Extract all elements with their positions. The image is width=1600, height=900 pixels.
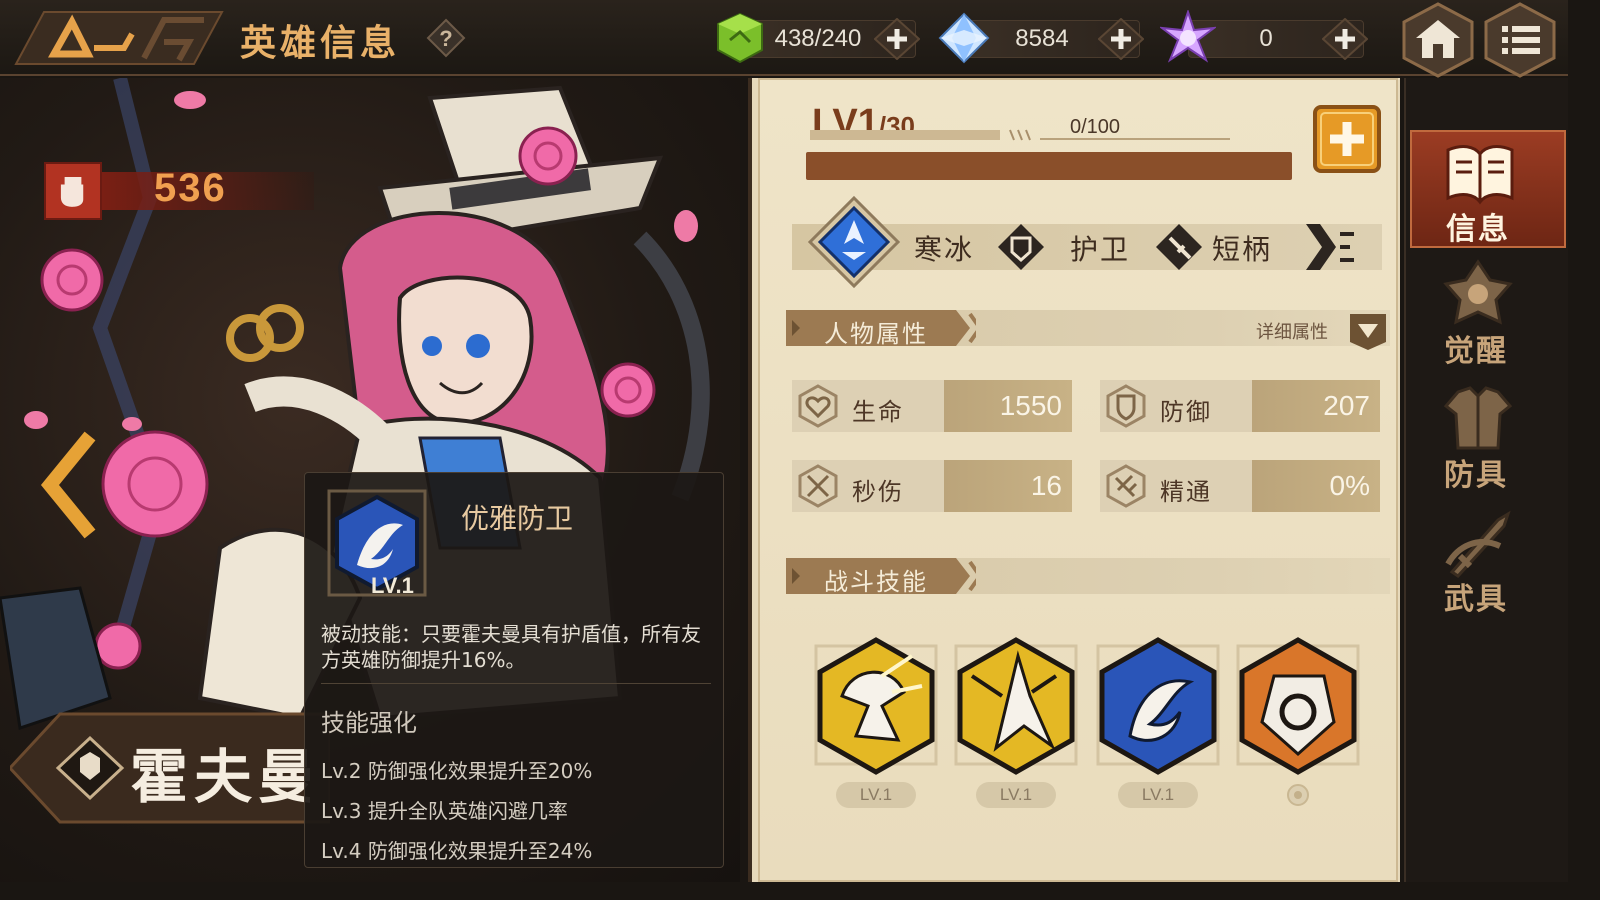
tab-label: 信息: [1446, 212, 1510, 247]
fist-icon: [44, 162, 102, 220]
yellow-strike-skill-icon[interactable]: [952, 636, 1080, 776]
level-up-button[interactable]: [1312, 104, 1382, 174]
mastery-icon: [1106, 464, 1146, 508]
skills-title: 战斗技能: [824, 568, 928, 596]
panel-parchment: LV1/30 0/100 寒冰 护卫 短柄 人物属性 详细属性 生命 1550 …: [758, 78, 1398, 882]
purple-crystal-value: 0: [1259, 25, 1273, 52]
side-tabs: 信息 觉醒 防具 武具: [1404, 78, 1568, 882]
ice-element-icon: [807, 195, 901, 289]
skill-slot-4[interactable]: [1234, 636, 1362, 812]
skill-locked-indicator: [1287, 784, 1309, 806]
skill-level-badge: LV.1: [976, 782, 1056, 808]
exp-bar: [806, 152, 1292, 180]
tooltip-enhance-line: Lv.3 提升全队英雄闪避几率: [321, 799, 568, 823]
short-weapon-icon: [1156, 224, 1202, 270]
stat-value: 0%: [1329, 470, 1370, 501]
add-blue-crystal-button[interactable]: [1098, 18, 1144, 60]
armor-icon: [1443, 386, 1513, 450]
skill-level-badge: LV.1: [836, 782, 916, 808]
yellow-knight-skill-icon[interactable]: [812, 636, 940, 776]
skill-slot-2[interactable]: LV.1: [952, 636, 1080, 812]
detail-expand-toggle[interactable]: [1348, 312, 1388, 352]
tooltip-skill-level: LV.1: [371, 573, 414, 598]
page-title: 英雄信息: [240, 23, 401, 64]
stat-name: 精通: [1160, 478, 1212, 506]
tab-weapon[interactable]: 武具: [1410, 502, 1566, 620]
detail-attributes-label[interactable]: 详细属性: [1256, 318, 1328, 344]
stat-mastery: 精通 0%: [1100, 460, 1380, 512]
skill-level-badge: LV.1: [1118, 782, 1198, 808]
top-bar: 英雄信息 ? 438/240 8584 0: [0, 0, 1568, 78]
add-purple-crystal-button[interactable]: [1322, 18, 1368, 60]
tab-label: 觉醒: [1444, 334, 1508, 369]
previous-hero-arrow[interactable]: [40, 430, 96, 540]
weapon-icon: [1445, 510, 1511, 578]
tab-awaken[interactable]: 觉醒: [1410, 254, 1566, 372]
level-divider: [810, 129, 1230, 141]
skill-slot-3[interactable]: LV.1: [1094, 636, 1222, 812]
tooltip-enhance-title: 技能强化: [321, 709, 417, 737]
exp-text: 0/100: [1070, 116, 1121, 138]
tab-info[interactable]: 信息: [1410, 130, 1566, 248]
class-tag: 护卫: [1070, 233, 1131, 266]
weapon-tag: 短柄: [1212, 233, 1273, 266]
purple-crystal-resource: 0: [1160, 10, 1376, 63]
guardian-class-icon: [998, 224, 1044, 270]
tooltip-enhance-line: Lv.2 防御强化效果提升至20%: [321, 759, 593, 783]
skills-section-header: 战斗技能: [786, 558, 1390, 598]
menu-button[interactable]: [1482, 2, 1558, 78]
svg-text:?: ?: [439, 26, 452, 51]
blue-crystal-resource: 8584: [936, 12, 1152, 64]
hero-tags: 寒冰 护卫 短柄: [786, 192, 1386, 292]
skill-tooltip: LV.1 优雅防卫 被动技能：只要霍夫曼具有护盾值，所有友方英雄防御提升16%。…: [304, 472, 724, 868]
stat-value: 207: [1323, 390, 1370, 421]
power-value: 536: [154, 166, 227, 210]
combat-power: 536: [44, 162, 314, 220]
stat-value: 16: [1030, 470, 1062, 501]
element-tag: 寒冰: [914, 233, 975, 266]
stat-name: 秒伤: [852, 478, 904, 506]
heart-shield-icon: [798, 384, 838, 428]
tag-end-arrow-icon: [1306, 224, 1354, 270]
stat-name: 防御: [1160, 398, 1212, 426]
home-button[interactable]: [1400, 2, 1476, 78]
defense-shield-icon: [1106, 384, 1146, 428]
tooltip-skill-name: 优雅防卫: [461, 502, 574, 535]
tab-label: 防具: [1444, 458, 1508, 493]
book-icon: [1446, 145, 1514, 205]
attributes-title: 人物属性: [824, 320, 928, 348]
orange-shield-skill-icon[interactable]: [1234, 636, 1362, 776]
back-logo-icon[interactable]: [14, 8, 224, 68]
stat-hp: 生命 1550: [792, 380, 1072, 432]
blue-crystal-value: 8584: [1015, 25, 1069, 52]
stamina-resource: 438/240: [712, 12, 928, 64]
stamina-value: 438/240: [774, 25, 862, 52]
tooltip-enhance-line: Lv.4 防御强化效果提升至24%: [321, 839, 593, 863]
stat-name: 生命: [852, 398, 904, 426]
tooltip-divider: [321, 683, 711, 684]
hero-name: 霍夫曼: [130, 743, 310, 811]
stat-defense: 防御 207: [1100, 380, 1380, 432]
tooltip-skill-description: 被动技能：只要霍夫曼具有护盾值，所有友方英雄防御提升16%。: [321, 622, 701, 672]
tab-label: 武具: [1444, 582, 1508, 617]
help-icon[interactable]: ?: [426, 18, 466, 58]
tab-armor[interactable]: 防具: [1410, 378, 1566, 496]
blue-feather-skill-icon[interactable]: [1094, 636, 1222, 776]
add-stamina-button[interactable]: [874, 18, 920, 60]
hero-info-panel: LV1/30 0/100 寒冰 护卫 短柄 人物属性 详细属性 生命 1550 …: [748, 78, 1400, 882]
stat-dps: 秒伤 16: [792, 460, 1072, 512]
crossed-swords-icon: [798, 464, 838, 508]
attributes-section-header: 人物属性 详细属性: [786, 310, 1390, 350]
stat-value: 1550: [999, 390, 1062, 421]
awaken-emblem-icon: [1443, 259, 1513, 325]
skill-slot-1[interactable]: LV.1: [812, 636, 940, 812]
